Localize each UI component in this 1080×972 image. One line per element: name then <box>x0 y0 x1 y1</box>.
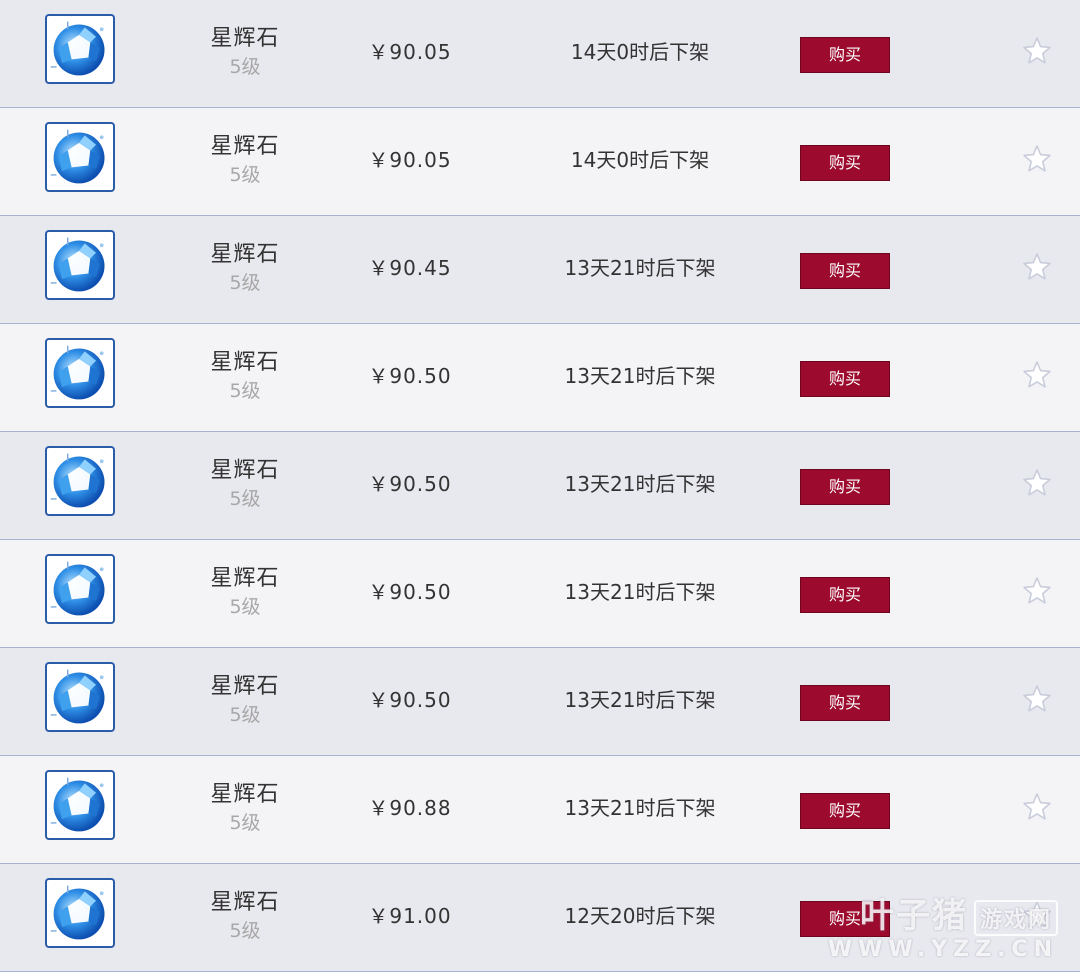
item-level: 5级 <box>229 56 261 78</box>
star-glow-stone-gem-icon[interactable] <box>45 122 115 192</box>
expiry-time: 13天21时后下架 <box>564 256 716 280</box>
item-name: 星辉石 <box>210 242 280 267</box>
item-price: ￥90.50 <box>368 688 452 712</box>
listing-row: 星辉石 5级 ￥90.05 14天0时后下架 购买 <box>0 0 1080 108</box>
listing-row: 星辉石 5级 ￥90.50 13天21时后下架 购买 <box>0 432 1080 540</box>
item-level: 5级 <box>229 380 261 402</box>
listing-row: 星辉石 5级 ￥90.05 14天0时后下架 购买 <box>0 108 1080 216</box>
star-glow-stone-gem-icon[interactable] <box>45 878 115 948</box>
star-glow-stone-gem-icon[interactable] <box>45 230 115 300</box>
market-listing: 星辉石 5级 ￥90.05 14天0时后下架 购买 星辉石 5级 ￥90.05 … <box>0 0 1080 972</box>
expiry-time: 13天21时后下架 <box>564 688 716 712</box>
buy-button[interactable]: 购买 <box>800 793 890 829</box>
item-name: 星辉石 <box>210 26 280 51</box>
buy-button[interactable]: 购买 <box>800 253 890 289</box>
item-price: ￥90.50 <box>368 364 452 388</box>
item-name: 星辉石 <box>210 350 280 375</box>
star-glow-stone-gem-icon[interactable] <box>45 14 115 84</box>
buy-button[interactable]: 购买 <box>800 685 890 721</box>
star-glow-stone-gem-icon[interactable] <box>45 338 115 408</box>
item-level: 5级 <box>229 488 261 510</box>
favorite-star-icon[interactable] <box>1022 360 1052 390</box>
buy-button[interactable]: 购买 <box>800 145 890 181</box>
item-name: 星辉石 <box>210 782 280 807</box>
favorite-star-icon[interactable] <box>1022 684 1052 714</box>
item-price: ￥90.05 <box>368 148 452 172</box>
item-level: 5级 <box>229 920 261 942</box>
buy-button[interactable]: 购买 <box>800 37 890 73</box>
favorite-star-icon[interactable] <box>1022 900 1052 930</box>
item-name: 星辉石 <box>210 134 280 159</box>
buy-button[interactable]: 购买 <box>800 361 890 397</box>
buy-button[interactable]: 购买 <box>800 577 890 613</box>
item-price: ￥90.45 <box>368 256 452 280</box>
favorite-star-icon[interactable] <box>1022 252 1052 282</box>
star-glow-stone-gem-icon[interactable] <box>45 770 115 840</box>
favorite-star-icon[interactable] <box>1022 468 1052 498</box>
item-level: 5级 <box>229 164 261 186</box>
star-glow-stone-gem-icon[interactable] <box>45 662 115 732</box>
listing-row: 星辉石 5级 ￥90.50 13天21时后下架 购买 <box>0 324 1080 432</box>
expiry-time: 13天21时后下架 <box>564 796 716 820</box>
expiry-time: 14天0时后下架 <box>570 40 710 64</box>
item-price: ￥90.50 <box>368 580 452 604</box>
expiry-time: 13天21时后下架 <box>564 580 716 604</box>
expiry-time: 13天21时后下架 <box>564 364 716 388</box>
expiry-time: 12天20时后下架 <box>564 904 716 928</box>
listing-row: 星辉石 5级 ￥90.50 13天21时后下架 购买 <box>0 540 1080 648</box>
item-price: ￥90.88 <box>368 796 452 820</box>
item-name: 星辉石 <box>210 566 280 591</box>
item-price: ￥90.50 <box>368 472 452 496</box>
star-glow-stone-gem-icon[interactable] <box>45 446 115 516</box>
buy-button[interactable]: 购买 <box>800 469 890 505</box>
expiry-time: 14天0时后下架 <box>570 148 710 172</box>
listing-row: 星辉石 5级 ￥91.00 12天20时后下架 购买 <box>0 864 1080 972</box>
listing-row: 星辉石 5级 ￥90.50 13天21时后下架 购买 <box>0 648 1080 756</box>
item-level: 5级 <box>229 704 261 726</box>
item-price: ￥91.00 <box>368 904 452 928</box>
item-name: 星辉石 <box>210 890 280 915</box>
item-level: 5级 <box>229 272 261 294</box>
item-level: 5级 <box>229 812 261 834</box>
item-name: 星辉石 <box>210 674 280 699</box>
buy-button[interactable]: 购买 <box>800 901 890 937</box>
item-price: ￥90.05 <box>368 40 452 64</box>
listing-row: 星辉石 5级 ￥90.45 13天21时后下架 购买 <box>0 216 1080 324</box>
favorite-star-icon[interactable] <box>1022 36 1052 66</box>
item-level: 5级 <box>229 596 261 618</box>
favorite-star-icon[interactable] <box>1022 144 1052 174</box>
item-name: 星辉石 <box>210 458 280 483</box>
expiry-time: 13天21时后下架 <box>564 472 716 496</box>
favorite-star-icon[interactable] <box>1022 792 1052 822</box>
favorite-star-icon[interactable] <box>1022 576 1052 606</box>
listing-row: 星辉石 5级 ￥90.88 13天21时后下架 购买 <box>0 756 1080 864</box>
star-glow-stone-gem-icon[interactable] <box>45 554 115 624</box>
